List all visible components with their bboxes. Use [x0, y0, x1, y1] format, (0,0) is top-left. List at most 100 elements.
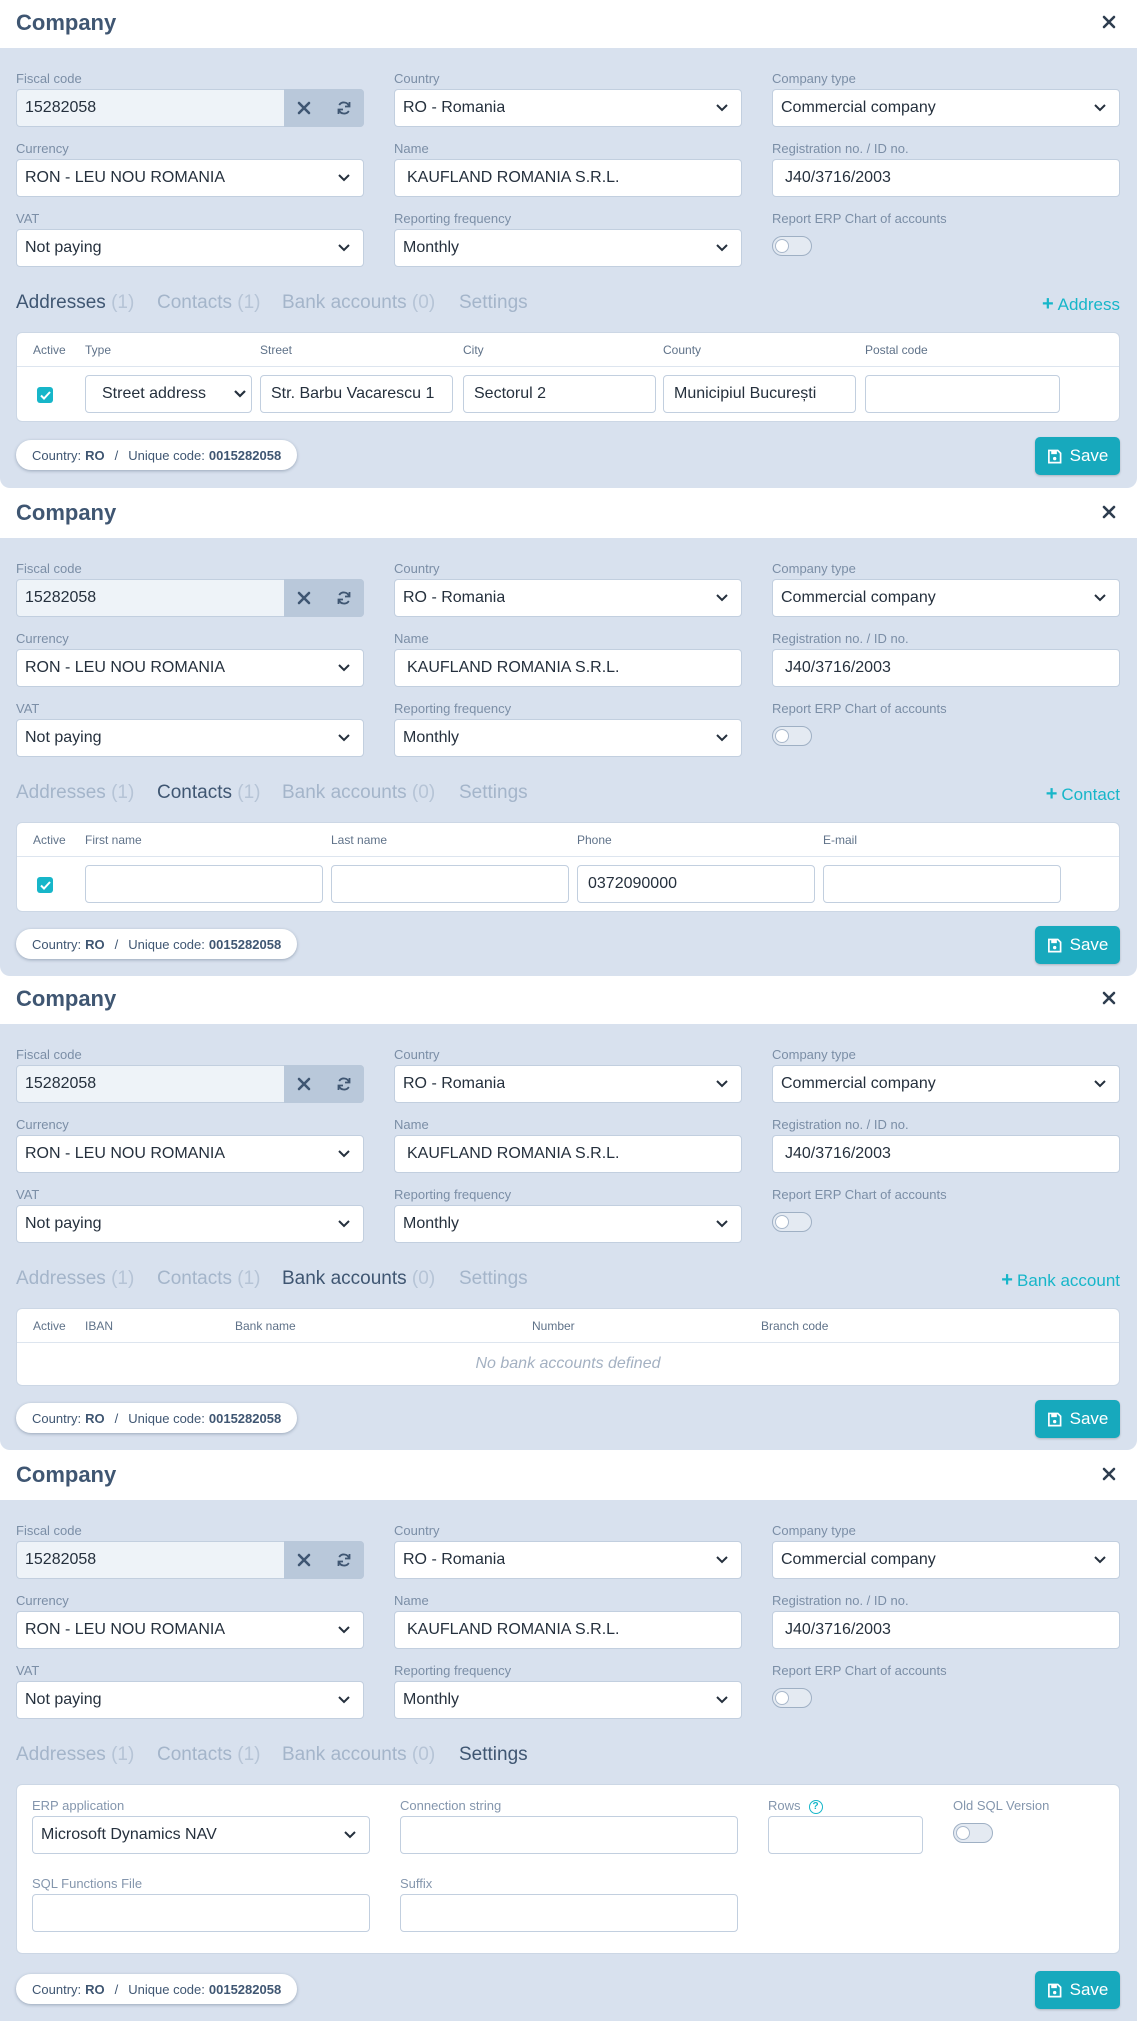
tab-contacts[interactable]: Contacts (1) — [157, 1268, 261, 1290]
registration-input[interactable]: J40/3716/2003 — [772, 159, 1120, 197]
clear-icon[interactable] — [284, 1065, 324, 1103]
add-contact-link[interactable]: + Contact — [1046, 783, 1120, 806]
tab-settings[interactable]: Settings — [459, 1268, 528, 1290]
vat-select[interactable]: Not paying — [16, 1681, 364, 1719]
tab-addresses[interactable]: Addresses (1) — [16, 292, 134, 314]
old-sql-toggle[interactable] — [953, 1823, 993, 1843]
name-input[interactable]: KAUFLAND ROMANIA S.R.L. — [394, 1611, 742, 1649]
reporting-select[interactable]: Monthly — [394, 1681, 742, 1719]
name-input[interactable]: KAUFLAND ROMANIA S.R.L. — [394, 159, 742, 197]
tab-contacts[interactable]: Contacts (1) — [157, 782, 261, 804]
currency-select[interactable]: RON - LEU NOU ROMANIA — [16, 1135, 364, 1173]
refresh-icon[interactable] — [324, 89, 364, 127]
currency-select[interactable]: RON - LEU NOU ROMANIA — [16, 649, 364, 687]
name-group: Name KAUFLAND ROMANIA S.R.L. — [394, 630, 742, 687]
county-input[interactable]: Municipiul București — [663, 375, 856, 413]
reporting-label: Reporting frequency — [394, 701, 512, 716]
tab-addresses[interactable]: Addresses (1) — [16, 1268, 134, 1290]
report-erp-toggle[interactable] — [772, 236, 812, 256]
chevron-down-icon — [1094, 1080, 1106, 1088]
reporting-select[interactable]: Monthly — [394, 229, 742, 267]
company-type-label: Company type — [772, 561, 856, 576]
close-icon[interactable] — [1099, 12, 1119, 32]
clear-icon[interactable] — [284, 1541, 324, 1579]
email-input[interactable] — [823, 865, 1061, 903]
company-type-select[interactable]: Commercial company — [772, 89, 1120, 127]
tab-settings[interactable]: Settings — [459, 782, 528, 804]
name-input[interactable]: KAUFLAND ROMANIA S.R.L. — [394, 1135, 742, 1173]
refresh-icon[interactable] — [324, 579, 364, 617]
help-icon[interactable]: ? — [808, 1799, 823, 1814]
close-icon[interactable] — [1099, 988, 1119, 1008]
add-bank-account-link[interactable]: + Bank account — [1001, 1269, 1120, 1292]
chevron-down-icon — [338, 1696, 350, 1704]
vat-select[interactable]: Not paying — [16, 229, 364, 267]
column-header: Last name — [331, 833, 388, 847]
first-name-input[interactable] — [85, 865, 323, 903]
registration-input[interactable]: J40/3716/2003 — [772, 1611, 1120, 1649]
name-input[interactable]: KAUFLAND ROMANIA S.R.L. — [394, 649, 742, 687]
registration-input[interactable]: J40/3716/2003 — [772, 1135, 1120, 1173]
active-checkbox[interactable] — [37, 387, 53, 403]
report-erp-toggle[interactable] — [772, 1688, 812, 1708]
tab-contacts[interactable]: Contacts (1) — [157, 292, 261, 314]
country-select[interactable]: RO - Romania — [394, 579, 742, 617]
fiscal-code-input[interactable]: 15282058 — [16, 1541, 364, 1579]
save-button[interactable]: Save — [1035, 1400, 1120, 1438]
company-type-group: Company type Commercial company — [772, 1522, 1120, 1579]
suffix-input[interactable] — [400, 1894, 738, 1932]
company-type-select[interactable]: Commercial company — [772, 1541, 1120, 1579]
company-type-select[interactable]: Commercial company — [772, 1065, 1120, 1103]
fiscal-code-input[interactable]: 15282058 — [16, 579, 364, 617]
save-button[interactable]: Save — [1035, 1971, 1120, 2009]
clear-icon[interactable] — [284, 579, 324, 617]
phone-input[interactable]: 0372090000 — [577, 865, 815, 903]
vat-select[interactable]: Not paying — [16, 719, 364, 757]
rows-input[interactable] — [768, 1816, 923, 1854]
country-select[interactable]: RO - Romania — [394, 89, 742, 127]
reporting-select[interactable]: Monthly — [394, 1205, 742, 1243]
close-icon[interactable] — [1099, 1464, 1119, 1484]
tab-bank-accounts[interactable]: Bank accounts (0) — [282, 292, 435, 314]
sql-functions-input[interactable] — [32, 1894, 370, 1932]
erp-application-select[interactable]: Microsoft Dynamics NAV — [32, 1816, 370, 1854]
registration-input[interactable]: J40/3716/2003 — [772, 649, 1120, 687]
save-button[interactable]: Save — [1035, 926, 1120, 964]
tab-contacts[interactable]: Contacts (1) — [157, 1744, 261, 1766]
street-input[interactable]: Str. Barbu Vacarescu 1 — [260, 375, 453, 413]
clear-icon[interactable] — [284, 89, 324, 127]
company-type-select[interactable]: Commercial company — [772, 579, 1120, 617]
country-select[interactable]: RO - Romania — [394, 1541, 742, 1579]
country-select[interactable]: RO - Romania — [394, 1065, 742, 1103]
currency-select[interactable]: RON - LEU NOU ROMANIA — [16, 159, 364, 197]
fiscal-code-input[interactable]: 15282058 — [16, 89, 364, 127]
reporting-group: Reporting frequency Monthly — [394, 1186, 742, 1243]
postal-code-input[interactable] — [865, 375, 1060, 413]
tab-settings[interactable]: Settings — [459, 292, 528, 314]
add-address-link[interactable]: + Address — [1042, 293, 1120, 316]
tab-addresses[interactable]: Addresses (1) — [16, 782, 134, 804]
vat-group: VAT Not paying — [16, 1186, 364, 1243]
refresh-icon[interactable] — [324, 1541, 364, 1579]
tab-addresses[interactable]: Addresses (1) — [16, 1744, 134, 1766]
report-erp-toggle[interactable] — [772, 726, 812, 746]
address-type-select[interactable]: Street address — [85, 375, 252, 413]
empty-state-text: No bank accounts defined — [475, 1355, 661, 1372]
last-name-input[interactable] — [331, 865, 569, 903]
currency-select[interactable]: RON - LEU NOU ROMANIA — [16, 1611, 364, 1649]
reporting-select[interactable]: Monthly — [394, 719, 742, 757]
vat-select[interactable]: Not paying — [16, 1205, 364, 1243]
active-checkbox[interactable] — [37, 877, 53, 893]
fiscal-code-input[interactable]: 15282058 — [16, 1065, 364, 1103]
refresh-icon[interactable] — [324, 1065, 364, 1103]
save-button[interactable]: Save — [1035, 437, 1120, 475]
city-input[interactable]: Sectorul 2 — [463, 375, 656, 413]
tab-bank-accounts[interactable]: Bank accounts (0) — [282, 782, 435, 804]
report-erp-toggle[interactable] — [772, 1212, 812, 1232]
tab-settings[interactable]: Settings — [459, 1744, 528, 1766]
company-type-label: Company type — [772, 1047, 856, 1062]
tab-bank-accounts[interactable]: Bank accounts (0) — [282, 1268, 435, 1290]
close-icon[interactable] — [1099, 502, 1119, 522]
tab-bank-accounts[interactable]: Bank accounts (0) — [282, 1744, 435, 1766]
connection-string-input[interactable] — [400, 1816, 738, 1854]
